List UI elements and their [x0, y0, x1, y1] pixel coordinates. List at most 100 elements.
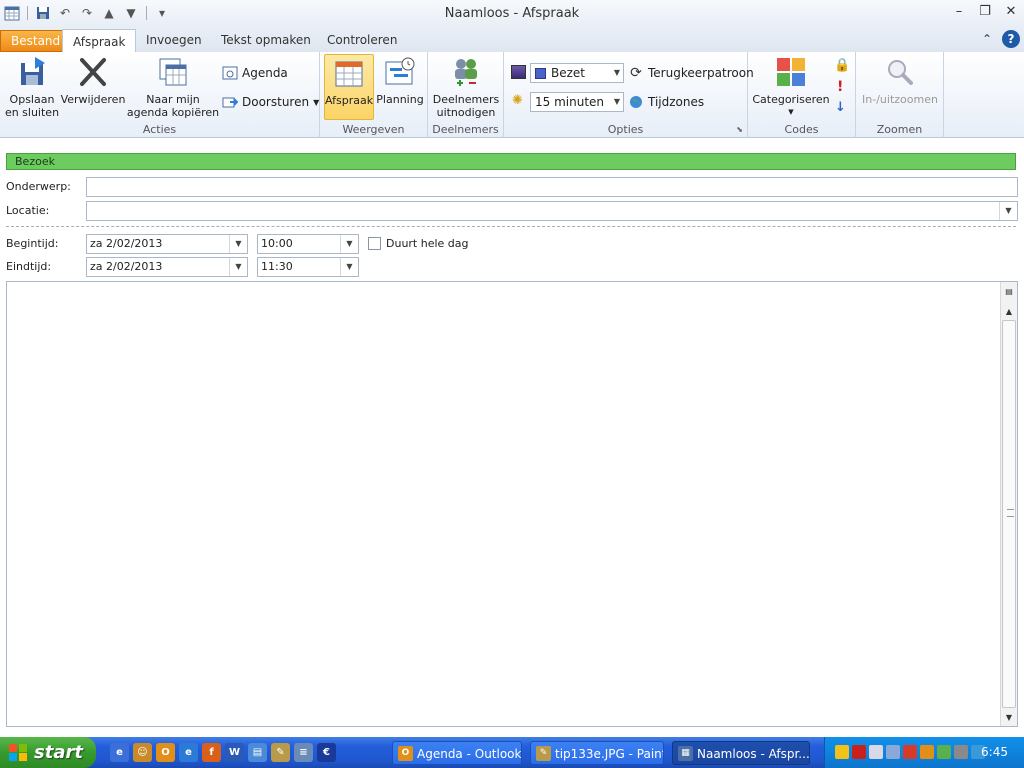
network-icon[interactable]	[886, 745, 900, 759]
end-time-label: Eindtijd:	[6, 260, 52, 273]
all-day-checkbox[interactable]	[368, 237, 381, 250]
paint-icon[interactable]: ✎	[271, 743, 290, 762]
help-icon[interactable]: ?	[1002, 30, 1020, 48]
chevron-down-icon[interactable]: ▼	[340, 235, 358, 253]
planning-view-label: Planning	[376, 93, 424, 106]
task-label: tip133e.JPG - Paint	[555, 747, 664, 761]
end-date-picker[interactable]: za 2/02/2013 ▼	[86, 257, 248, 277]
chevron-down-icon[interactable]: ▼	[229, 235, 247, 253]
forward-button[interactable]: Doorsturen ▼	[222, 94, 319, 110]
categorize-label: Categoriseren	[752, 93, 830, 106]
planning-view-button[interactable]: Planning	[374, 54, 426, 106]
end-time-select[interactable]: 11:30 ▼	[257, 257, 359, 277]
euro-icon[interactable]: €	[317, 743, 336, 762]
antivirus-icon[interactable]	[903, 745, 917, 759]
acrobat-icon[interactable]	[852, 745, 866, 759]
minimize-icon[interactable]: –	[952, 4, 966, 19]
private-lock-icon[interactable]: 🔒	[834, 58, 850, 73]
location-input[interactable]: ▼	[86, 201, 1018, 221]
calendar-icon: ▦	[678, 746, 693, 761]
task-outlook-agenda[interactable]: O Agenda - Outlook...	[392, 741, 522, 765]
tray-settings-icon[interactable]	[954, 745, 968, 759]
chevron-down-icon[interactable]: ▼	[340, 258, 358, 276]
outlook-tray-icon[interactable]	[920, 745, 934, 759]
low-importance-icon[interactable]: ↓	[835, 100, 846, 115]
separator-line	[6, 226, 1016, 227]
timezones-button[interactable]: Tijdzones	[628, 94, 704, 110]
high-importance-icon[interactable]: !	[837, 79, 843, 95]
start-time-value: 10:00	[261, 237, 293, 250]
busy-color-icon	[535, 67, 546, 79]
tab-afspraak[interactable]: Afspraak	[62, 29, 137, 53]
scrollbar-thumb[interactable]	[1002, 320, 1016, 708]
group-opties: Bezet ▼ ✺ 15 minuten ▼ ⟳ Terugkeerpatroo…	[504, 52, 754, 138]
zoom-button[interactable]: In-/uitzoomen	[860, 54, 940, 106]
show-as-icon	[511, 65, 526, 79]
firefox-icon[interactable]: f	[202, 743, 221, 762]
tab-invoegen[interactable]: Invoegen	[136, 28, 212, 52]
task-appointment[interactable]: ▦ Naamloos - Afspr...	[672, 741, 810, 765]
all-day-label: Duurt hele dag	[386, 237, 469, 250]
save-close-button[interactable]: Opslaan en sluiten	[4, 54, 60, 119]
zoom-label: In-/uitzoomen	[862, 93, 938, 106]
task-paint[interactable]: ✎ tip133e.JPG - Paint	[530, 741, 664, 765]
save-close-label: Opslaan en sluiten	[4, 93, 60, 119]
clock[interactable]: 6:45	[981, 737, 1008, 768]
attendees-icon	[448, 54, 484, 90]
subject-label: Onderwerp:	[6, 180, 71, 193]
vertical-scrollbar[interactable]: ▤ ▲ ▼	[1000, 282, 1017, 726]
volume-icon[interactable]	[869, 745, 883, 759]
start-time-select[interactable]: 10:00 ▼	[257, 234, 359, 254]
outlook-icon[interactable]: O	[156, 743, 175, 762]
notes-body[interactable]: ▤ ▲ ▼	[6, 281, 1018, 727]
split-view-icon[interactable]: ▤	[1001, 284, 1017, 300]
group-deelnemers: Deelnemers uitnodigen Deelnemers	[428, 52, 504, 138]
scroll-down-icon[interactable]: ▼	[1001, 710, 1017, 726]
close-icon[interactable]: ✕	[1004, 4, 1018, 19]
restore-icon[interactable]: ❐	[978, 4, 992, 19]
copy-to-calendar-button[interactable]: Naar mijn agenda kopiëren	[126, 54, 220, 119]
magnifier-icon	[882, 54, 918, 90]
tray-app-icon[interactable]	[937, 745, 951, 759]
start-button[interactable]: start	[0, 737, 96, 768]
minimize-ribbon-icon[interactable]: ⌃	[978, 30, 996, 48]
ribbon-tab-bar: Bestand Afspraak Invoegen Tekst opmaken …	[0, 28, 1024, 53]
appointment-view-button[interactable]: Afspraak	[324, 54, 374, 120]
browser-icon[interactable]: e	[179, 743, 198, 762]
start-date-picker[interactable]: za 2/02/2013 ▼	[86, 234, 248, 254]
tab-tekst-opmaken[interactable]: Tekst opmaken	[211, 28, 321, 52]
show-as-select[interactable]: Bezet ▼	[530, 63, 624, 83]
shield-icon[interactable]	[835, 745, 849, 759]
reminder-value: 15 minuten	[535, 95, 605, 109]
scroll-up-icon[interactable]: ▲	[1001, 304, 1017, 320]
group-opties-label: Opties	[607, 123, 644, 136]
recurrence-button[interactable]: ⟳ Terugkeerpatroon	[628, 65, 754, 81]
agenda-label: Agenda	[242, 66, 288, 80]
task-label: Agenda - Outlook...	[417, 747, 522, 761]
reminder-select[interactable]: 15 minuten ▼	[530, 92, 624, 112]
quick-launch: e ☺ O e f W ▤ ✎ ≡ €	[110, 743, 336, 762]
group-codes-label: Codes	[784, 123, 819, 136]
word-icon[interactable]: W	[225, 743, 244, 762]
chevron-down-icon[interactable]: ▼	[229, 258, 247, 276]
agenda-button[interactable]: Agenda	[222, 65, 288, 81]
group-zoomen: In-/uitzoomen Zoomen	[856, 52, 944, 138]
start-label: start	[34, 742, 83, 763]
title-bar: ↶ ↷ ▲ ▼ ▾ Naamloos - Afspraak – ❐ ✕	[0, 0, 1024, 28]
delete-button[interactable]: Verwijderen	[60, 54, 126, 106]
notepad-icon[interactable]: ≡	[294, 743, 313, 762]
tab-bestand[interactable]: Bestand	[0, 30, 72, 52]
ie-icon[interactable]: e	[110, 743, 129, 762]
tab-controleren[interactable]: Controleren	[317, 28, 407, 52]
document-icon[interactable]: ▤	[248, 743, 267, 762]
invite-attendees-button[interactable]: Deelnemers uitnodigen	[432, 54, 500, 119]
categorize-button[interactable]: Categoriseren ▼	[752, 54, 830, 119]
subject-input[interactable]	[86, 177, 1018, 197]
messenger-icon[interactable]: ☺	[133, 743, 152, 762]
chevron-down-icon: ▼	[613, 68, 620, 77]
chevron-down-icon[interactable]: ▼	[999, 202, 1017, 220]
task-label: Naamloos - Afspr...	[697, 747, 810, 761]
outlook-icon: O	[398, 746, 413, 761]
windows-flag-icon	[9, 744, 27, 761]
copy-calendar-icon	[155, 54, 191, 90]
